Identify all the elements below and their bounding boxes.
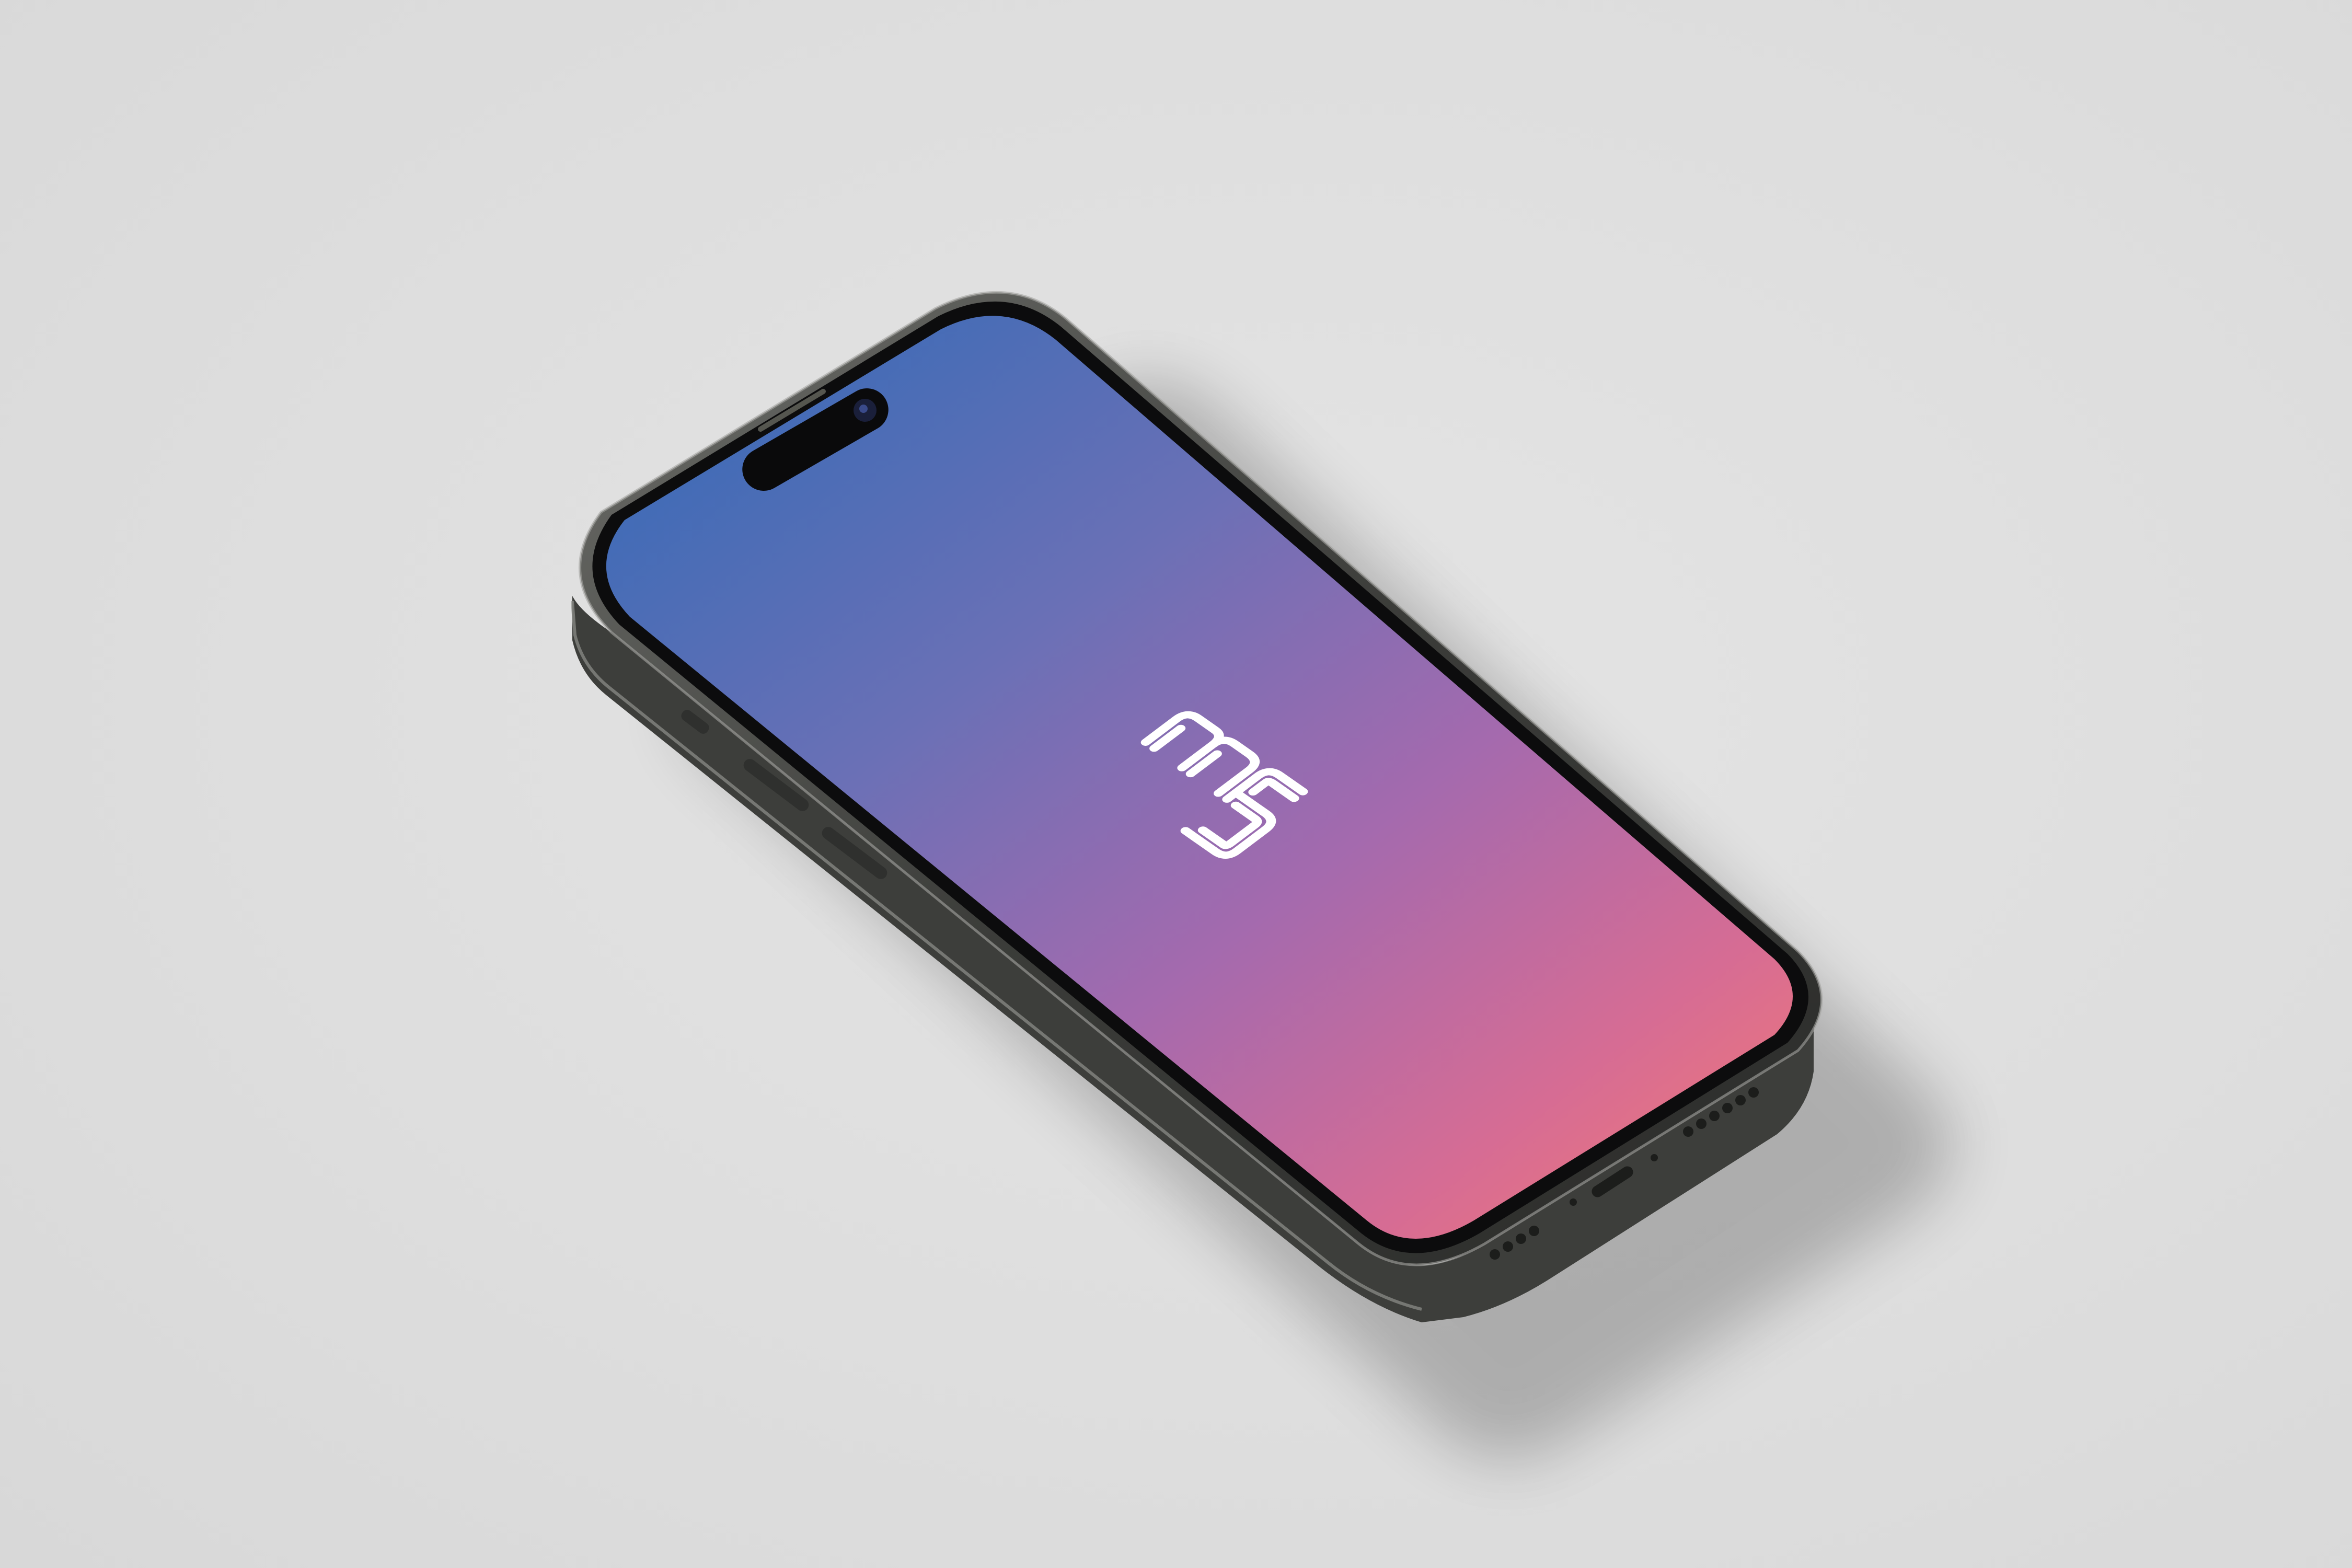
mockup-scene [0, 0, 2352, 1568]
phone-mockup [571, 291, 1953, 1460]
